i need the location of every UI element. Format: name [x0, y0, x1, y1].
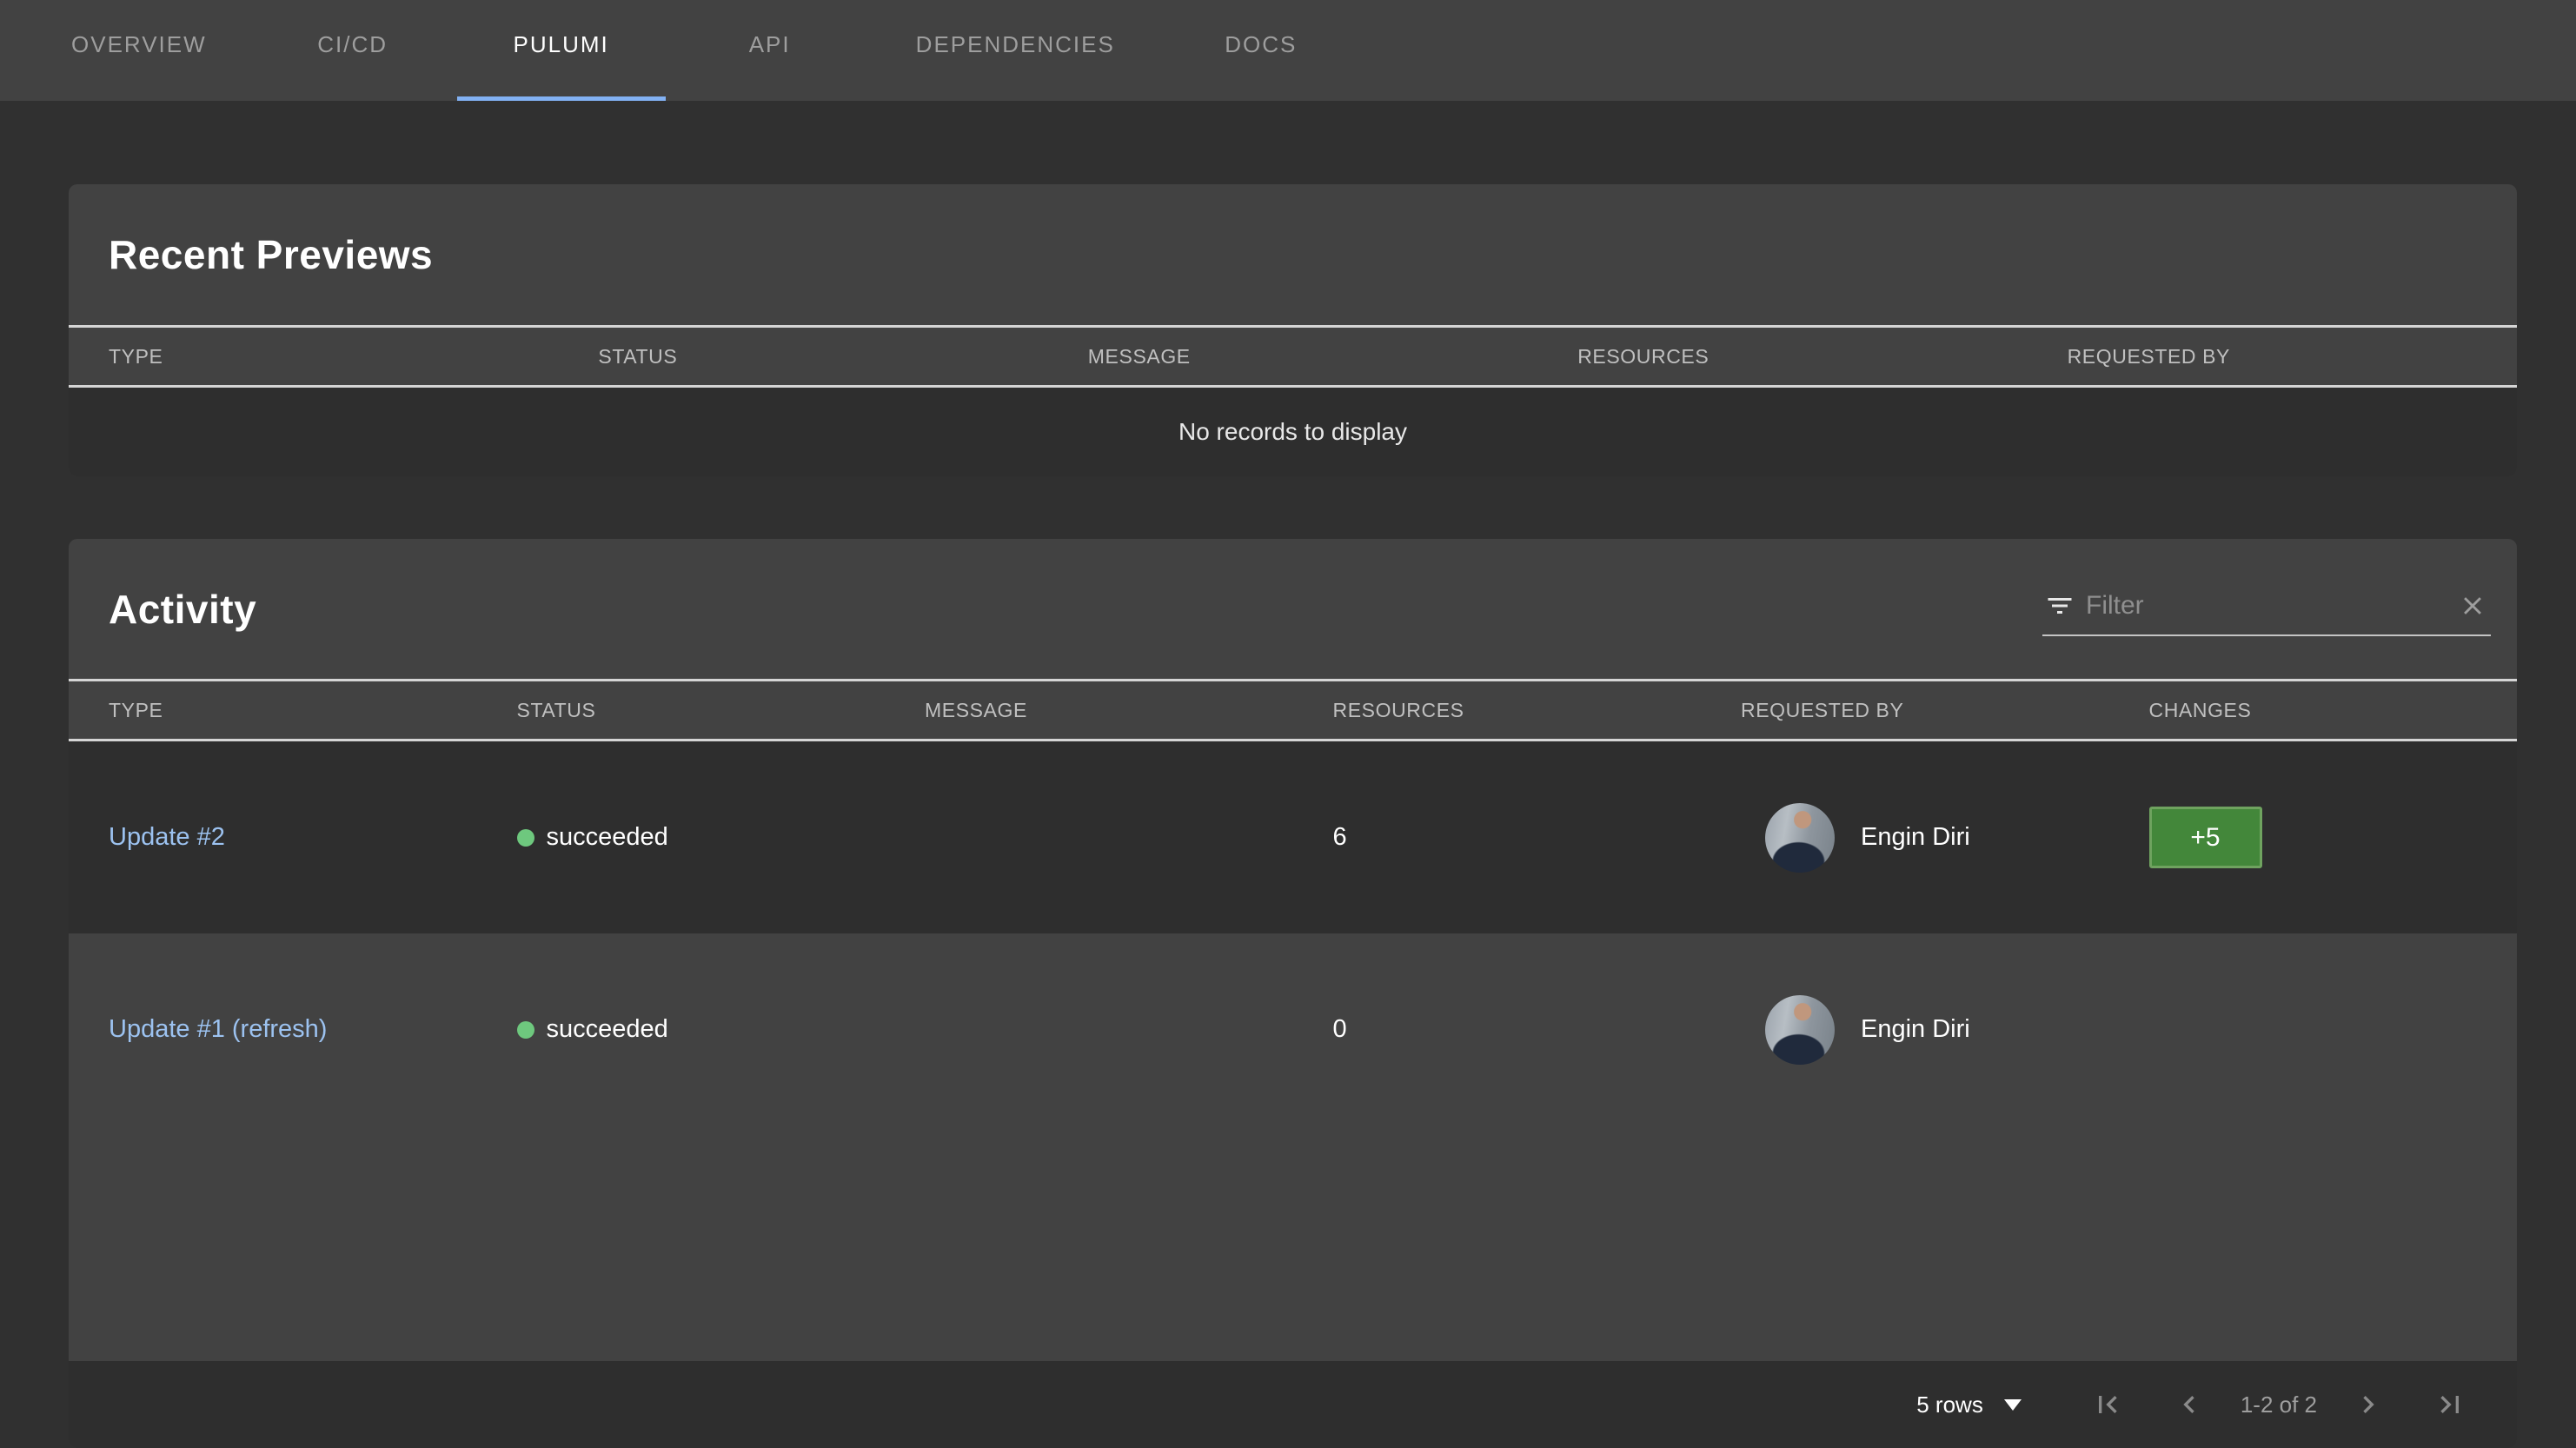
- requested-by-name: Engin Diri: [1861, 1015, 1970, 1043]
- changes-cell: [2109, 933, 2518, 1126]
- status-cell: succeeded: [477, 741, 886, 933]
- activity-title: Activity: [109, 586, 257, 632]
- column-header-message[interactable]: MESSAGE: [1048, 328, 1537, 385]
- filter-list-icon: [2048, 597, 2072, 614]
- close-icon[interactable]: [2458, 591, 2487, 621]
- last-page-button[interactable]: [2409, 1377, 2491, 1432]
- tab-pulumi[interactable]: PULUMI: [456, 0, 666, 101]
- column-header-type[interactable]: TYPE: [69, 681, 477, 739]
- column-header-requested-by[interactable]: REQUESTED BY: [2028, 328, 2517, 385]
- recent-previews-column-headers: TYPE STATUS MESSAGE RESOURCES REQUESTED …: [69, 325, 2517, 388]
- tab-overview[interactable]: OVERVIEW: [30, 0, 249, 101]
- tab-api[interactable]: API: [666, 0, 874, 101]
- status-text: succeeded: [546, 823, 668, 851]
- first-page-icon: [2098, 1396, 2117, 1413]
- table-row: Update #1 (refresh) succeeded 0 Engin Di…: [69, 933, 2517, 1126]
- resources-cell: 0: [1332, 1015, 1347, 1043]
- status-ok-dot: [516, 1020, 534, 1039]
- chevron-right-icon: [2363, 1396, 2374, 1413]
- message-cell: [885, 741, 1293, 933]
- recent-previews-header: Recent Previews: [69, 184, 2517, 325]
- tab-cicd[interactable]: CI/CD: [249, 0, 457, 101]
- activity-header: Activity: [69, 539, 2517, 679]
- message-cell: [885, 933, 1293, 1126]
- pagination-bar: 5 rows 1-2 of 2: [69, 1361, 2517, 1448]
- last-page-icon: [2440, 1396, 2459, 1413]
- column-header-requested-by[interactable]: REQUESTED BY: [1701, 681, 2109, 739]
- update-link[interactable]: Update #1 (refresh): [109, 1015, 327, 1044]
- avatar: [1765, 994, 1835, 1065]
- pagination-range: 1-2 of 2: [2240, 1391, 2317, 1418]
- changes-badge: +5: [2148, 807, 2262, 868]
- tab-bar: OVERVIEW CI/CD PULUMI API DEPENDENCIES D…: [0, 0, 2576, 101]
- tab-label: PULUMI: [513, 30, 609, 57]
- changes-cell: +5: [2109, 741, 2518, 933]
- column-header-changes[interactable]: CHANGES: [2109, 681, 2518, 739]
- tab-label: API: [748, 30, 791, 57]
- next-page-button[interactable]: [2327, 1377, 2409, 1432]
- activity-column-headers: TYPE STATUS MESSAGE RESOURCES REQUESTED …: [69, 679, 2517, 741]
- column-header-type[interactable]: TYPE: [69, 328, 558, 385]
- tab-label: OVERVIEW: [71, 30, 207, 57]
- table-row: Update #2 succeeded 6 Engin Diri +5: [69, 741, 2517, 933]
- status-ok-dot: [516, 828, 534, 847]
- tab-label: DOCS: [1225, 30, 1298, 57]
- column-header-status[interactable]: STATUS: [558, 328, 1047, 385]
- table-empty-space: [69, 1126, 2517, 1361]
- filter-field: [2042, 582, 2491, 636]
- status-cell: succeeded: [477, 933, 886, 1126]
- requested-by-cell: Engin Diri: [1701, 933, 2109, 1126]
- recent-previews-title: Recent Previews: [109, 232, 434, 277]
- update-link[interactable]: Update #2: [109, 823, 225, 852]
- tab-dependencies[interactable]: DEPENDENCIES: [874, 0, 1157, 101]
- empty-state-row: No records to display: [69, 388, 2517, 476]
- activity-card: Activity TYPE STATUS MESSAGE RESOURCES R…: [69, 539, 2517, 1448]
- chevron-left-icon: [2183, 1396, 2194, 1413]
- column-header-resources[interactable]: RESOURCES: [1537, 328, 2027, 385]
- pulumi-plugin-page: OVERVIEW CI/CD PULUMI API DEPENDENCIES D…: [0, 0, 2576, 1448]
- arrow-drop-down-icon: [2003, 1398, 2022, 1411]
- requested-by-cell: Engin Diri: [1701, 741, 2109, 933]
- type-cell: Update #2: [69, 741, 477, 933]
- tab-label: DEPENDENCIES: [915, 30, 1115, 57]
- column-header-message[interactable]: MESSAGE: [885, 681, 1293, 739]
- filter-input[interactable]: [2086, 590, 2447, 621]
- status-text: succeeded: [546, 1015, 668, 1043]
- active-tab-indicator: [456, 96, 666, 101]
- recent-previews-card: Recent Previews TYPE STATUS MESSAGE RESO…: [69, 184, 2517, 476]
- rows-per-page-value: 5 rows: [1916, 1391, 1983, 1418]
- rows-per-page-select[interactable]: 5 rows: [1916, 1392, 2022, 1418]
- resources-cell: 6: [1332, 823, 1347, 851]
- first-page-button[interactable]: [2067, 1377, 2148, 1432]
- column-header-status[interactable]: STATUS: [477, 681, 886, 739]
- type-cell: Update #1 (refresh): [69, 933, 477, 1126]
- tab-label: CI/CD: [317, 30, 388, 57]
- tab-docs[interactable]: DOCS: [1157, 0, 1365, 101]
- avatar: [1765, 802, 1835, 873]
- previous-page-button[interactable]: [2148, 1377, 2230, 1432]
- requested-by-name: Engin Diri: [1861, 823, 1970, 851]
- empty-state-message: No records to display: [1178, 418, 1407, 445]
- column-header-resources[interactable]: RESOURCES: [1293, 681, 1702, 739]
